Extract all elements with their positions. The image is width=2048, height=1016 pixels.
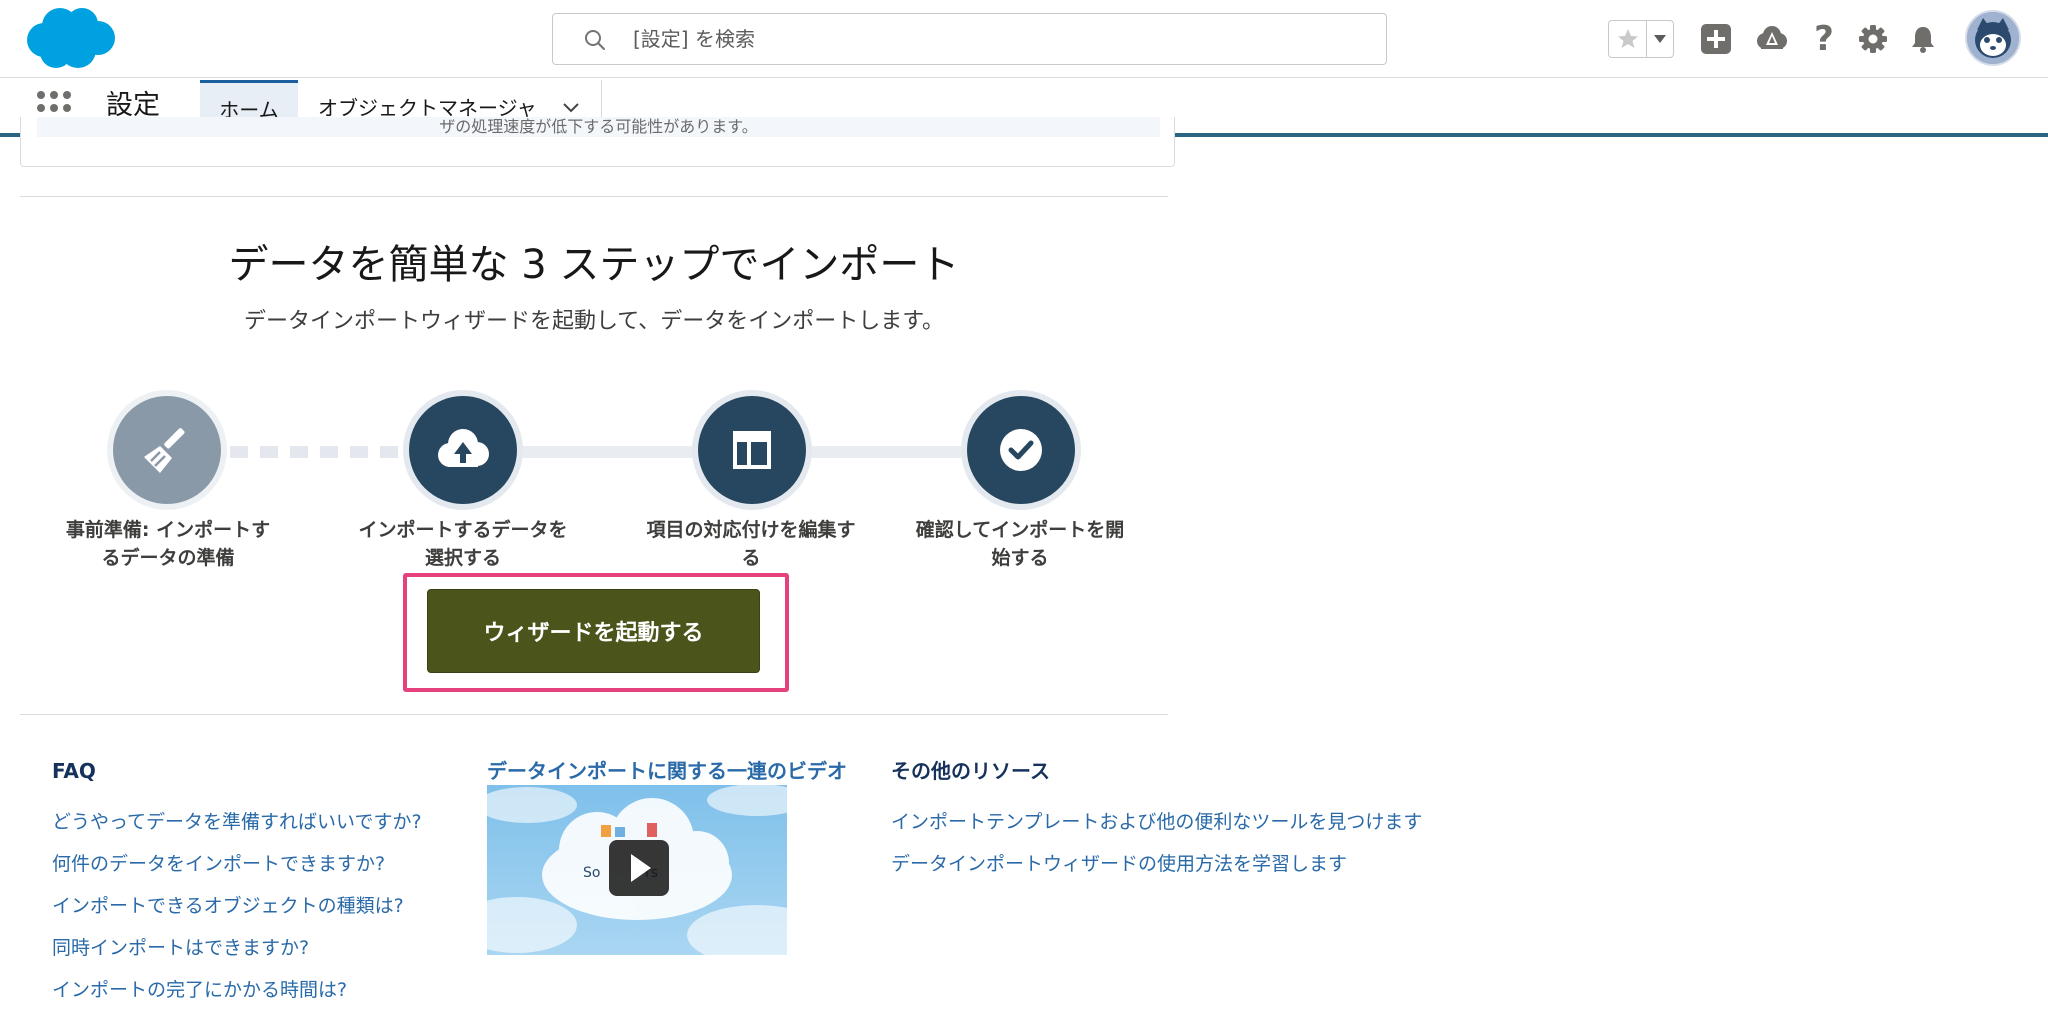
global-header: ? bbox=[0, 0, 2048, 78]
help-icon: ? bbox=[1814, 19, 1834, 59]
faq-heading: FAQ bbox=[52, 759, 96, 783]
broom-icon bbox=[144, 428, 185, 473]
salesforce-cloud-logo[interactable] bbox=[22, 6, 116, 72]
import-title: データを簡単な 3 ステップでインポート bbox=[228, 242, 960, 288]
gear-icon bbox=[1859, 25, 1887, 53]
step-1-label: 事前準備: インポートす るデータの準備 bbox=[48, 516, 288, 572]
step-4-label-line2: 始する bbox=[991, 547, 1049, 569]
global-search[interactable] bbox=[552, 13, 1387, 65]
play-icon bbox=[631, 854, 651, 882]
video-thumbnail[interactable]: So rs bbox=[487, 785, 787, 955]
chevron-down-icon bbox=[1654, 35, 1667, 43]
step-2-label-line1: インポートするデータを bbox=[358, 519, 568, 541]
step-connector-dashed bbox=[230, 446, 410, 458]
check-icon bbox=[1000, 429, 1042, 471]
setup-content: ザの処理速度が低下する可能性があります。 データを簡単な 3 ステップでインポー… bbox=[0, 117, 2048, 1016]
step-4-circle bbox=[967, 396, 1075, 504]
faq-link[interactable]: どうやってデータを準備すればいいですか? bbox=[52, 808, 422, 836]
launch-wizard-button[interactable]: ウィザードを起動する bbox=[427, 589, 760, 673]
step-connector bbox=[510, 446, 704, 458]
search-icon bbox=[585, 30, 605, 50]
cloud-upload-icon bbox=[438, 429, 489, 467]
step-2-circle bbox=[409, 396, 517, 504]
star-icon bbox=[1617, 29, 1638, 48]
resources-heading: その他のリソース bbox=[891, 759, 1050, 783]
layout-icon bbox=[733, 431, 771, 469]
step-1-circle bbox=[113, 396, 221, 504]
help-button[interactable]: ? bbox=[1805, 20, 1843, 58]
step-4-label: 確認してインポートを開 始する bbox=[900, 516, 1140, 572]
add-icon bbox=[1701, 24, 1731, 54]
search-input[interactable] bbox=[633, 14, 1353, 64]
global-actions-button[interactable] bbox=[1697, 20, 1735, 58]
bell-icon bbox=[1912, 27, 1934, 53]
step-4-label-line1: 確認してインポートを開 bbox=[915, 519, 1125, 541]
faq-link[interactable]: インポートの完了にかかる時間は? bbox=[52, 976, 347, 1004]
avatar[interactable] bbox=[1965, 10, 2021, 66]
step-1-label-line1: 事前準備: インポートす bbox=[65, 519, 271, 541]
step-connector bbox=[800, 446, 978, 458]
step-3-label: 項目の対応付けを編集す る bbox=[631, 516, 871, 572]
step-2-label: インポートするデータを 選択する bbox=[343, 516, 583, 572]
resource-link[interactable]: データインポートウィザードの使用方法を学習します bbox=[891, 850, 1347, 878]
step-2-label-line2: 選択する bbox=[424, 547, 501, 569]
chevron-down-icon[interactable] bbox=[561, 97, 581, 117]
play-button[interactable] bbox=[609, 840, 669, 896]
faq-link[interactable]: 何件のデータをインポートできますか? bbox=[52, 850, 385, 878]
notice-banner: ザの処理速度が低下する可能性があります。 bbox=[37, 117, 1160, 137]
favorites-menu-button[interactable] bbox=[1646, 21, 1673, 57]
favorites-group bbox=[1608, 20, 1674, 58]
faq-link[interactable]: 同時インポートはできますか? bbox=[52, 934, 309, 962]
step-1-label-line2: るデータの準備 bbox=[101, 547, 235, 569]
trailhead-icon bbox=[1757, 26, 1787, 49]
notifications-button[interactable] bbox=[1904, 20, 1942, 58]
avatar-image bbox=[1967, 12, 2019, 64]
step-3-label-line2: る bbox=[741, 547, 761, 569]
import-subtitle: データインポートウィザードを起動して、データをインポートします。 bbox=[243, 309, 945, 334]
step-3-circle bbox=[698, 396, 806, 504]
resource-link[interactable]: インポートテンプレートおよび他の便利なツールを見つけます bbox=[891, 808, 1422, 836]
faq-link[interactable]: インポートできるオブジェクトの種類は? bbox=[52, 892, 404, 920]
step-3-label-line1: 項目の対応付けを編集す bbox=[646, 519, 856, 541]
favorites-button[interactable] bbox=[1609, 21, 1646, 57]
section-divider bbox=[20, 714, 1168, 715]
trailhead-button[interactable] bbox=[1753, 20, 1791, 58]
section-divider bbox=[20, 196, 1168, 197]
notice-text: ザの処理速度が低下する可能性があります。 bbox=[439, 117, 758, 136]
setup-button[interactable] bbox=[1854, 20, 1892, 58]
notice-card: ザの処理速度が低下する可能性があります。 bbox=[20, 117, 1175, 167]
video-series-title[interactable]: データインポートに関する一連のビデオ bbox=[487, 757, 847, 785]
